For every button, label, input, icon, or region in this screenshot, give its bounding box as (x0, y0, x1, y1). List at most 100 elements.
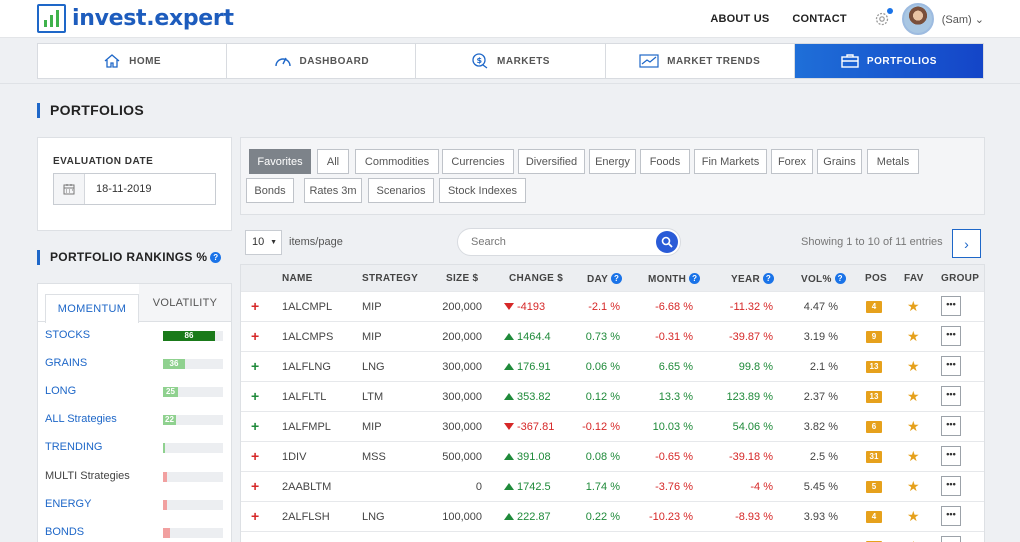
column-header[interactable]: YEAR? (731, 273, 774, 285)
help-icon[interactable]: ? (834, 273, 846, 284)
filter-chip[interactable]: Grains (817, 149, 862, 174)
table-row[interactable]: +2ALFLSH LNG 100,000 222.87 0.22 % -10.23 % -8… (241, 501, 984, 531)
search-input[interactable]: Search (457, 228, 681, 256)
cell-size: 300,000 (442, 391, 482, 403)
expand-plus-icon[interactable]: + (251, 418, 259, 434)
favorite-star-icon[interactable]: ★ (907, 328, 920, 345)
tab-volatility[interactable]: VOLATILITY (139, 284, 231, 321)
expand-plus-icon[interactable]: + (251, 478, 259, 494)
ranking-label[interactable]: MULTI Strategies (45, 470, 130, 482)
table-row[interactable]: +1ALFLTL LTM 300,000 353.82 0.12 % 13.3 % 123.… (241, 381, 984, 411)
expand-plus-icon[interactable]: + (251, 508, 259, 524)
trend-chart-icon (639, 54, 659, 68)
search-icon[interactable] (656, 231, 678, 253)
filter-chip[interactable]: Favorites (249, 149, 311, 174)
expand-plus-icon[interactable]: + (251, 328, 259, 344)
filter-chip[interactable]: Forex (771, 149, 813, 174)
column-header[interactable]: CHANGE $ (509, 273, 563, 284)
table-row[interactable]: +1ALFLNG LNG 300,000 176.91 0.06 % 6.65 % 99.8… (241, 351, 984, 381)
group-menu-button[interactable]: ••• (941, 296, 961, 316)
nav-home[interactable]: HOME (38, 44, 228, 78)
table-row[interactable]: +2AABLTM 0 1742.5 1.74 % -3.76 % -4 % 5.45 % 5 ★… (241, 471, 984, 501)
expand-plus-icon[interactable]: + (251, 388, 259, 404)
ranking-label[interactable]: LONG (45, 385, 76, 397)
group-menu-button[interactable]: ••• (941, 326, 961, 346)
help-icon[interactable]: ? (210, 252, 222, 263)
table-row[interactable]: +1ALCMPL MIP 200,000 -4193 -2.1 % -6.68 % -11.… (241, 291, 984, 321)
column-header[interactable]: SIZE $ (446, 273, 478, 284)
cell-vol: 5.45 % (803, 481, 838, 493)
column-header[interactable]: MONTH? (648, 273, 701, 285)
column-header[interactable]: STRATEGY (362, 273, 418, 284)
filter-chip[interactable]: All (317, 149, 349, 174)
column-header[interactable]: GROUP (941, 273, 979, 284)
user-menu[interactable]: (Sam) ⌄ (942, 13, 984, 26)
logo[interactable]: invest.expert (37, 4, 234, 33)
cell-size: 200,000 (442, 301, 482, 313)
nav-dashboard[interactable]: DASHBOARD (227, 44, 417, 78)
ranking-label[interactable]: TRENDING (45, 441, 102, 453)
filter-chip[interactable]: Metals (867, 149, 919, 174)
filter-chip[interactable]: Scenarios (368, 178, 434, 203)
ranking-label[interactable]: GRAINS (45, 357, 87, 369)
ranking-label[interactable]: ALL Strategies (45, 413, 117, 425)
column-header[interactable]: FAV (904, 273, 924, 284)
favorite-star-icon[interactable]: ★ (907, 448, 920, 465)
favorite-star-icon[interactable]: ★ (907, 478, 920, 495)
next-page-button[interactable]: › (952, 229, 981, 258)
filter-chip[interactable]: Stock Indexes (439, 178, 526, 203)
filter-chip[interactable]: Bonds (246, 178, 294, 203)
help-icon[interactable]: ? (762, 273, 774, 284)
group-menu-button[interactable]: ••• (941, 356, 961, 376)
calendar-icon[interactable] (54, 174, 85, 204)
nav-markets[interactable]: $ MARKETS (416, 44, 606, 78)
favorite-star-icon[interactable]: ★ (907, 538, 920, 542)
favorite-star-icon[interactable]: ★ (907, 358, 920, 375)
group-menu-button[interactable]: ••• (941, 446, 961, 466)
tab-momentum[interactable]: MOMENTUM (45, 294, 139, 323)
favorite-star-icon[interactable]: ★ (907, 418, 920, 435)
column-header[interactable]: VOL%? (801, 273, 846, 285)
nav-market-trends[interactable]: MARKET TRENDS (606, 44, 795, 78)
filter-chip[interactable]: Foods (640, 149, 690, 174)
table-row[interactable]: +1ALCMPS MIP 200,000 1464.4 0.73 % -0.31 % -39… (241, 321, 984, 351)
group-menu-button[interactable]: ••• (941, 476, 961, 496)
favorite-star-icon[interactable]: ★ (907, 508, 920, 525)
expand-plus-icon[interactable]: + (251, 538, 259, 542)
column-header[interactable]: NAME (282, 273, 313, 284)
settings-gear-icon[interactable] (874, 8, 893, 27)
filter-chip[interactable]: Commodities (355, 149, 439, 174)
filter-chip[interactable]: Energy (589, 149, 636, 174)
filter-chip[interactable]: Currencies (442, 149, 514, 174)
table-row[interactable]: +1ALFMPL MIP 300,000 -367.81 -0.12 % 10.03 % 5… (241, 411, 984, 441)
nav-portfolios[interactable]: PORTFOLIOS (794, 44, 984, 78)
items-per-page-select[interactable]: 10 ▼ (245, 230, 282, 255)
expand-plus-icon[interactable]: + (251, 358, 259, 374)
help-icon[interactable]: ? (689, 273, 701, 284)
favorite-star-icon[interactable]: ★ (907, 388, 920, 405)
group-menu-button[interactable]: ••• (941, 386, 961, 406)
contact-link[interactable]: CONTACT (792, 13, 846, 25)
cell-year: -8.93 % (735, 511, 773, 523)
group-menu-button[interactable]: ••• (941, 416, 961, 436)
help-icon[interactable]: ? (611, 273, 623, 284)
ranking-label[interactable]: STOCKS (45, 329, 90, 341)
filter-chip[interactable]: Diversified (518, 149, 585, 174)
favorite-star-icon[interactable]: ★ (907, 298, 920, 315)
evaluation-date-field[interactable]: 18-11-2019 (53, 173, 216, 205)
group-menu-button[interactable]: ••• (941, 536, 961, 542)
column-header[interactable]: POS (865, 273, 887, 284)
filter-chip[interactable]: Rates 3m (304, 178, 362, 203)
table-row[interactable]: +2ALFLSH1LNG300,000-866.43-0.29 %-1.22 %… (241, 531, 984, 542)
filter-chip[interactable]: Fin Markets (694, 149, 767, 174)
ranking-label[interactable]: ENERGY (45, 498, 91, 510)
expand-plus-icon[interactable]: + (251, 448, 259, 464)
column-header[interactable]: DAY? (587, 273, 623, 285)
expand-plus-icon[interactable]: + (251, 298, 259, 314)
about-us-link[interactable]: ABOUT US (710, 13, 769, 25)
avatar[interactable] (901, 3, 934, 35)
cell-change: 391.08 (504, 451, 551, 463)
ranking-label[interactable]: BONDS (45, 526, 84, 538)
group-menu-button[interactable]: ••• (941, 506, 961, 526)
table-row[interactable]: +1DIV MSS 500,000 391.08 0.08 % -0.65 % -39.18… (241, 441, 984, 471)
